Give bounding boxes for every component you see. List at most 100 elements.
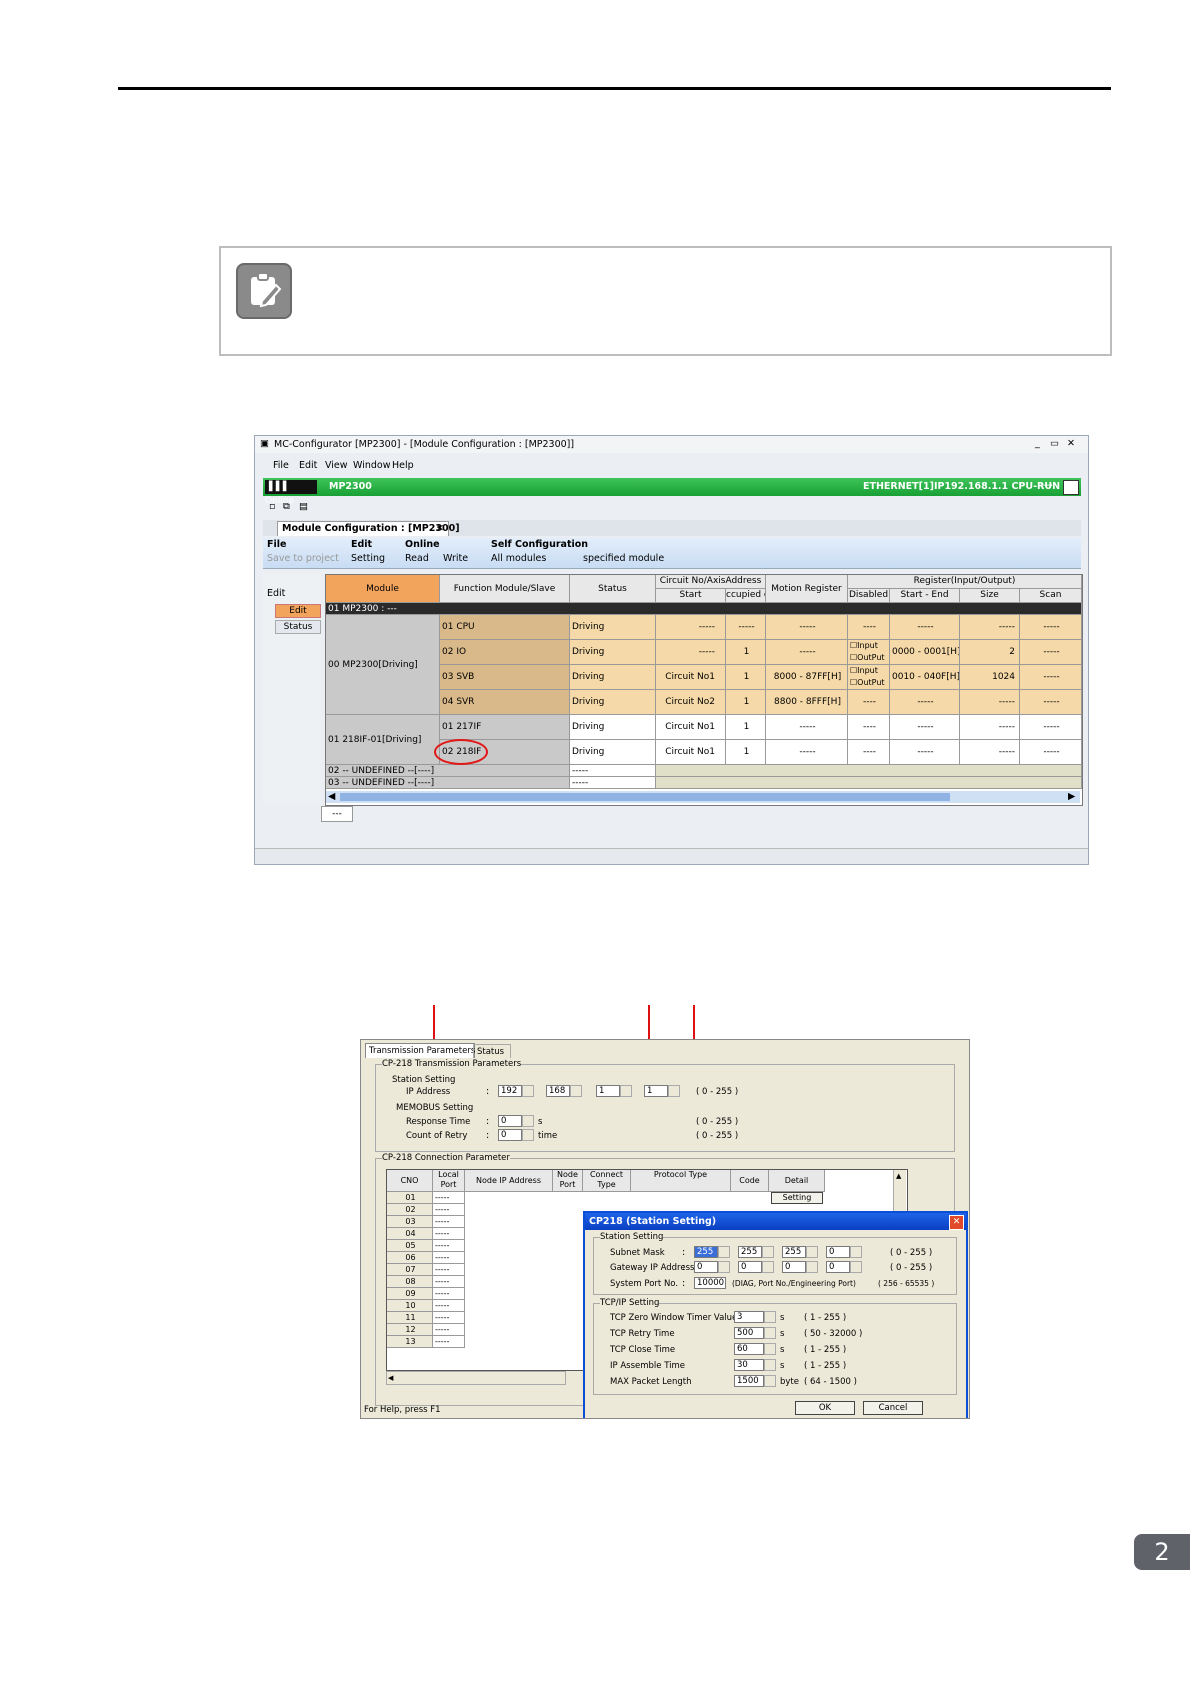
scroll-left-icon[interactable]: ◀ (388, 1372, 393, 1384)
local-port-cell[interactable]: ----- (433, 1192, 465, 1204)
table-row[interactable]: 08 (387, 1276, 433, 1288)
read-button[interactable]: Read (405, 553, 429, 565)
local-port-cell[interactable]: ----- (433, 1312, 465, 1324)
paste-icon[interactable]: ▤ (299, 501, 308, 513)
row-disabled[interactable]: ☐Input ☐OutPut (848, 640, 890, 665)
local-port-cell[interactable]: ----- (433, 1276, 465, 1288)
table-row[interactable]: 11 (387, 1312, 433, 1324)
table-row[interactable]: 10 (387, 1300, 433, 1312)
retry-input[interactable]: 500 (734, 1327, 764, 1339)
function-module-row[interactable]: 03 SVB (440, 665, 570, 690)
table-row[interactable]: 01 (387, 1192, 433, 1204)
gateway-octet-1[interactable]: 0 (694, 1261, 718, 1273)
ip-octet-1-spinner[interactable] (522, 1085, 534, 1097)
function-module-row[interactable]: 01 CPU (440, 615, 570, 640)
local-port-cell[interactable]: ----- (433, 1228, 465, 1240)
scroll-left-icon[interactable]: ◀ (328, 791, 335, 803)
gateway-octet-3[interactable]: 0 (782, 1261, 806, 1273)
module-218if-01[interactable]: 01 218IF-01[Driving] (326, 715, 440, 765)
minimize-icon[interactable]: _ (1035, 438, 1040, 450)
menu-edit[interactable]: Edit (299, 460, 317, 472)
sheet-tab[interactable]: --- (321, 806, 353, 822)
ip-octet-3-spinner[interactable] (620, 1085, 632, 1097)
local-port-cell[interactable]: ----- (433, 1336, 465, 1348)
subnet-octet-4[interactable]: 0 (826, 1246, 850, 1258)
function-module-row[interactable]: 04 SVR (440, 690, 570, 715)
scroll-right-icon[interactable]: ▶ (1068, 791, 1075, 803)
subnet-octet-4-spinner[interactable] (850, 1246, 862, 1258)
zero-spinner[interactable] (764, 1311, 776, 1323)
local-port-cell[interactable]: ----- (433, 1240, 465, 1252)
exit-icon[interactable] (1063, 480, 1079, 495)
close-input[interactable]: 60 (734, 1343, 764, 1355)
tab-module-configuration[interactable]: Module Configuration : [MP2300] ✕ (277, 521, 460, 536)
dialog-close-icon[interactable]: ✕ (949, 1215, 964, 1230)
scrollbar-thumb[interactable] (340, 793, 950, 801)
online-button[interactable]: ▌▌▌ Online (265, 480, 317, 506)
horizontal-scrollbar[interactable]: ◀ ▶ (326, 791, 1080, 803)
table-row[interactable]: 12 (387, 1324, 433, 1336)
specified-module-button[interactable]: specified module (583, 553, 664, 565)
local-port-cell[interactable]: ----- (433, 1324, 465, 1336)
detail-setting-button[interactable]: Setting (771, 1192, 823, 1204)
table-row[interactable]: 09 (387, 1288, 433, 1300)
all-modules-button[interactable]: All modules (491, 553, 546, 565)
gateway-octet-4-spinner[interactable] (850, 1261, 862, 1273)
table-row[interactable]: 07 (387, 1264, 433, 1276)
close-spinner[interactable] (764, 1343, 776, 1355)
ip-octet-2[interactable]: 168 (546, 1085, 570, 1097)
gateway-octet-3-spinner[interactable] (806, 1261, 818, 1273)
setting-button[interactable]: Setting (351, 553, 385, 565)
undefined-slot-02[interactable]: 02 -- UNDEFINED --[----] (326, 765, 570, 777)
new-icon[interactable]: ▫ (269, 501, 275, 513)
local-port-cell[interactable]: ----- (433, 1288, 465, 1300)
local-port-cell[interactable]: ----- (433, 1216, 465, 1228)
local-port-cell[interactable]: ----- (433, 1300, 465, 1312)
close-icon[interactable]: ✕ (1067, 438, 1075, 450)
status-mode-button[interactable]: Status (275, 620, 321, 634)
function-module-row[interactable]: 02 IO (440, 640, 570, 665)
close-tab-icon[interactable]: ✕ (436, 523, 444, 535)
ip-octet-2-spinner[interactable] (570, 1085, 582, 1097)
module-mp2300[interactable]: 00 MP2300[Driving] (326, 615, 440, 715)
subnet-octet-2[interactable]: 255 (738, 1246, 762, 1258)
connection-hscrollbar[interactable]: ◀ (386, 1371, 566, 1385)
function-module-row[interactable]: 01 217IF (440, 715, 570, 740)
copy-icon[interactable]: ⧉ (283, 501, 290, 513)
local-port-cell[interactable]: ----- (433, 1204, 465, 1216)
rack-row[interactable]: 01 MP2300 : --- (326, 603, 1082, 615)
count-of-retry-input[interactable]: 0 (498, 1129, 522, 1141)
zero-input[interactable]: 3 (734, 1311, 764, 1323)
subnet-octet-2-spinner[interactable] (762, 1246, 774, 1258)
response-time-spinner[interactable] (522, 1115, 534, 1127)
ip-octet-4-spinner[interactable] (668, 1085, 680, 1097)
ip-octet-3[interactable]: 1 (596, 1085, 620, 1097)
scroll-up-icon[interactable]: ▲ (896, 1170, 901, 1182)
retry-spinner[interactable] (764, 1327, 776, 1339)
mtu-spinner[interactable] (764, 1375, 776, 1387)
menu-file[interactable]: File (273, 460, 289, 472)
subnet-octet-1[interactable]: 255 (694, 1246, 718, 1258)
undefined-slot-03[interactable]: 03 -- UNDEFINED --[----] (326, 777, 570, 789)
tab-status[interactable]: Status (473, 1044, 511, 1059)
ok-button[interactable]: OK (795, 1401, 855, 1415)
subnet-octet-1-spinner[interactable] (718, 1246, 730, 1258)
row-disabled[interactable]: ☐Input ☐OutPut (848, 665, 890, 690)
table-row[interactable]: 06 (387, 1252, 433, 1264)
tab-transmission-parameters[interactable]: Transmission Parameters (365, 1043, 475, 1058)
gateway-octet-1-spinner[interactable] (718, 1261, 730, 1273)
gateway-octet-4[interactable]: 0 (826, 1261, 850, 1273)
local-port-cell[interactable]: ----- (433, 1252, 465, 1264)
table-row[interactable]: 02 (387, 1204, 433, 1216)
table-row[interactable]: 13 (387, 1336, 433, 1348)
ipasm-input[interactable]: 30 (734, 1359, 764, 1371)
count-of-retry-spinner[interactable] (522, 1129, 534, 1141)
local-port-cell[interactable]: ----- (433, 1264, 465, 1276)
mtu-input[interactable]: 1500 (734, 1375, 764, 1387)
ip-octet-1[interactable]: 192 (498, 1085, 522, 1097)
response-time-input[interactable]: 0 (498, 1115, 522, 1127)
table-row[interactable]: 04 (387, 1228, 433, 1240)
gateway-octet-2-spinner[interactable] (762, 1261, 774, 1273)
write-button[interactable]: Write (443, 553, 468, 565)
table-row[interactable]: 03 (387, 1216, 433, 1228)
